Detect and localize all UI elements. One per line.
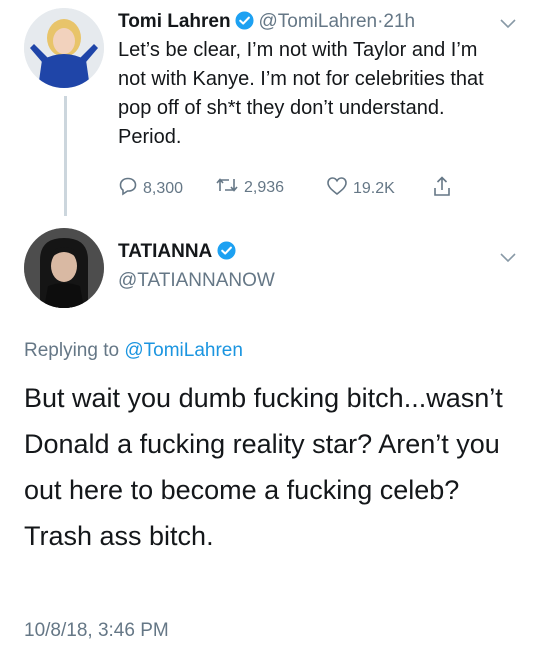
share-icon	[432, 176, 452, 203]
tweet2-author-name[interactable]: TATIANNA	[118, 241, 212, 262]
retweet-button[interactable]: 2,936	[215, 176, 284, 199]
tomi-lahren-avatar[interactable]	[24, 8, 104, 88]
replying-to-handle-link[interactable]: @TomiLahren	[124, 340, 243, 361]
tweet1-chevron-down-icon[interactable]	[500, 16, 516, 34]
replying-to-line: Replying to @TomiLahren	[24, 340, 243, 362]
tweet2-timestamp[interactable]: 10/8/18, 3:46 PM	[24, 620, 169, 642]
tweet1-author-name[interactable]: Tomi Lahren	[118, 11, 231, 32]
replying-to-label: Replying to	[24, 340, 120, 361]
tweet2-author-handle[interactable]: @TATIANNANOW	[118, 270, 275, 292]
like-button[interactable]: 19.2K	[326, 176, 395, 201]
thread-connector-line	[64, 96, 67, 216]
tweet1-header: Tomi Lahren @TomiLahren·21h	[118, 11, 415, 35]
reply-icon	[118, 176, 138, 201]
tweet1-text: Let’s be clear, I’m not with Taylor and …	[118, 39, 484, 148]
verified-badge-icon	[235, 11, 254, 35]
tatianna-avatar[interactable]	[24, 228, 104, 308]
tweet1-time[interactable]: 21h	[383, 11, 415, 32]
like-count: 19.2K	[353, 179, 395, 197]
tweet2-text: But wait you dumb fucking bitch...wasn’t…	[24, 383, 503, 551]
retweet-count: 2,936	[244, 178, 285, 196]
reply-count: 8,300	[143, 179, 184, 197]
retweet-icon	[215, 176, 239, 199]
share-button[interactable]	[432, 176, 452, 203]
tweet2-chevron-down-icon[interactable]	[500, 250, 516, 268]
tweet1-author-handle[interactable]: @TomiLahren	[259, 11, 378, 32]
heart-icon	[326, 176, 348, 201]
tweet2-header: TATIANNA	[118, 241, 236, 265]
reply-button[interactable]: 8,300	[118, 176, 183, 201]
verified-badge-icon	[217, 241, 236, 265]
